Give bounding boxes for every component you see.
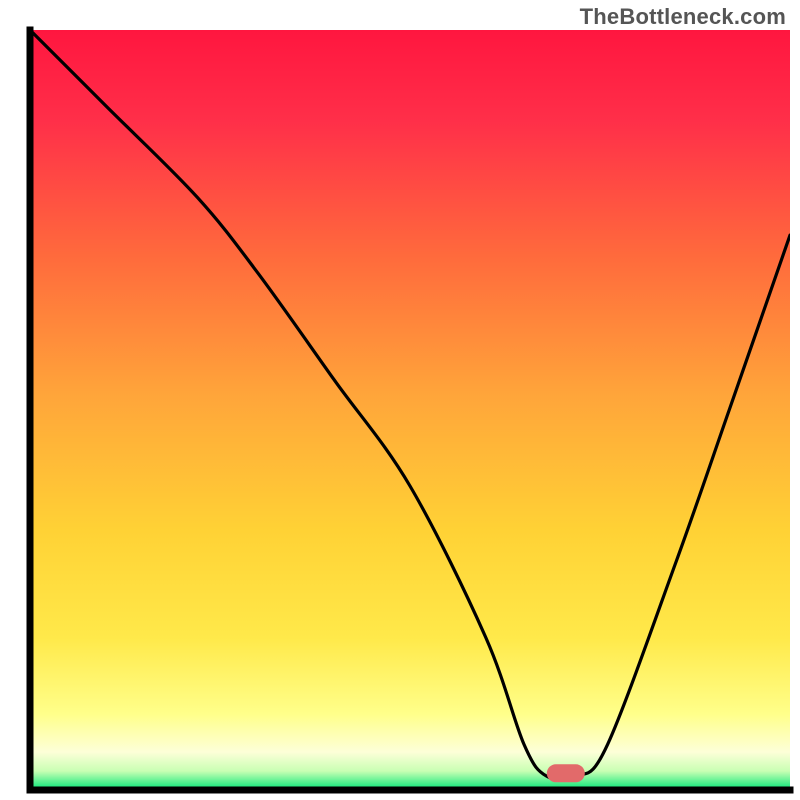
watermark-text: TheBottleneck.com — [580, 4, 786, 30]
bottleneck-chart — [0, 0, 800, 800]
optimal-marker — [547, 764, 585, 782]
chart-container: TheBottleneck.com — [0, 0, 800, 800]
